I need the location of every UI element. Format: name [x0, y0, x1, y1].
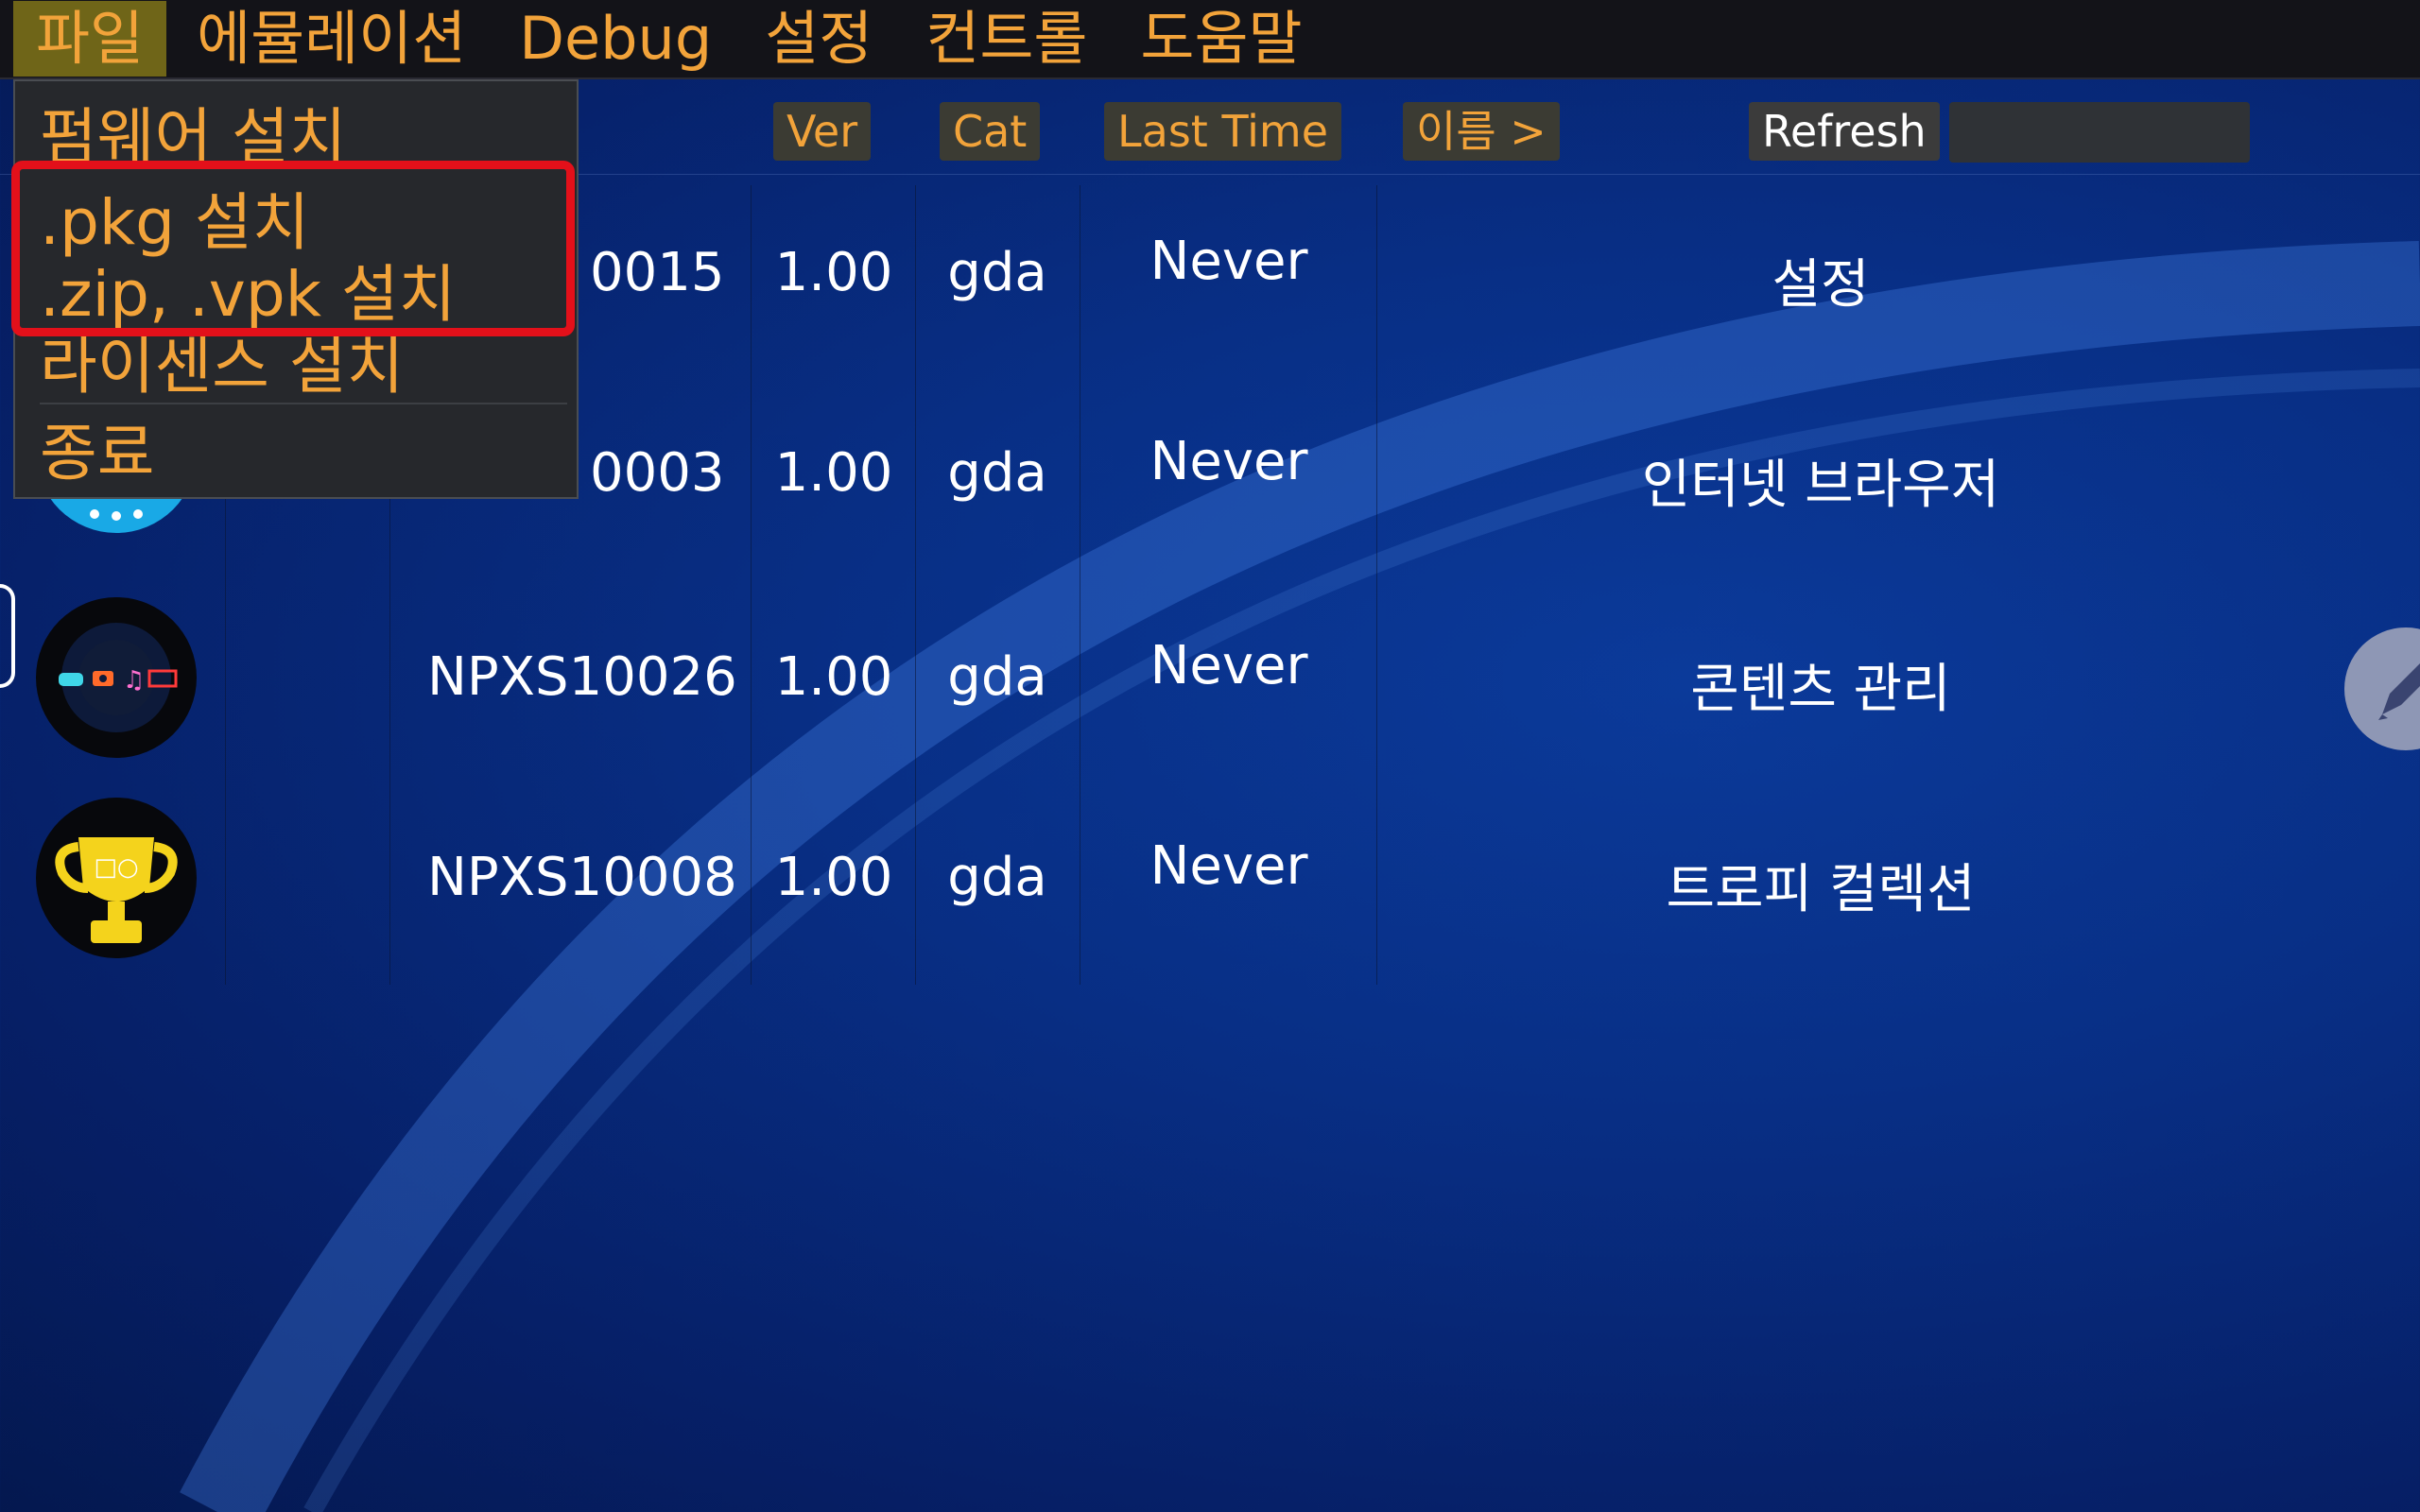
app-name: 트로피 컬렉션	[1666, 859, 1976, 920]
app-name: 설정	[1772, 254, 1870, 316]
column-last-time-button[interactable]: Last Time	[1104, 102, 1342, 161]
menu-file[interactable]: 파일	[13, 1, 167, 77]
category: gda	[947, 242, 1047, 303]
svg-text:♫: ♫	[123, 666, 145, 695]
menu-controls[interactable]: 컨트롤	[903, 1, 1110, 77]
title-id: NPXS10026	[427, 646, 737, 708]
side-drawer-handle[interactable]	[0, 584, 15, 688]
highlight-box	[11, 161, 575, 336]
category: gda	[947, 646, 1047, 708]
last-time: Never	[1150, 431, 1308, 492]
menu-exit[interactable]: 종료	[40, 403, 154, 493]
app-name: 인터넷 브라우저	[1641, 455, 2000, 516]
menu-debug[interactable]: Debug	[496, 1, 735, 77]
column-ver-button[interactable]: Ver	[773, 102, 872, 161]
column-name-sort-button[interactable]: 이름 >	[1403, 102, 1560, 161]
version: 1.00	[774, 242, 893, 303]
menu-settings[interactable]: 설정	[742, 1, 895, 77]
trophy-icon: □○	[36, 798, 197, 958]
menu-bar: 파일 에뮬레이션 Debug 설정 컨트롤 도움말	[0, 0, 2420, 79]
trophy-cup-icon: □○	[55, 837, 178, 943]
edit-button[interactable]	[2344, 627, 2420, 750]
title-id: NPXS10008	[427, 847, 737, 908]
content-manager-icon: ♫	[36, 597, 197, 758]
version: 1.00	[774, 847, 893, 908]
menu-help[interactable]: 도움말	[1117, 1, 1324, 77]
title-id: 0015	[590, 242, 725, 303]
last-time: Never	[1150, 231, 1308, 292]
category: gda	[947, 442, 1047, 504]
app-name: 콘텐츠 관리	[1690, 659, 1951, 720]
svg-text:□○: □○	[94, 853, 138, 882]
refresh-button[interactable]: Refresh	[1749, 102, 1940, 161]
last-time: Never	[1150, 835, 1308, 897]
version: 1.00	[774, 646, 893, 708]
table-row[interactable]: □○ NPXS10008 1.00 gda Never 트로피 컬렉션	[0, 777, 2420, 977]
content-manager-glyphs-icon: ♫	[59, 623, 178, 732]
last-time: Never	[1150, 635, 1308, 696]
pencil-icon	[2378, 663, 2420, 720]
table-row[interactable]: ♫ NPXS10026 1.00 gda Never 콘텐츠 관리	[0, 576, 2420, 777]
title-id: 0003	[590, 442, 725, 504]
menu-emulation[interactable]: 에뮬레이션	[174, 1, 489, 77]
category: gda	[947, 847, 1047, 908]
search-input[interactable]	[1949, 102, 2250, 163]
column-cat-button[interactable]: Cat	[940, 102, 1041, 161]
version: 1.00	[774, 442, 893, 504]
